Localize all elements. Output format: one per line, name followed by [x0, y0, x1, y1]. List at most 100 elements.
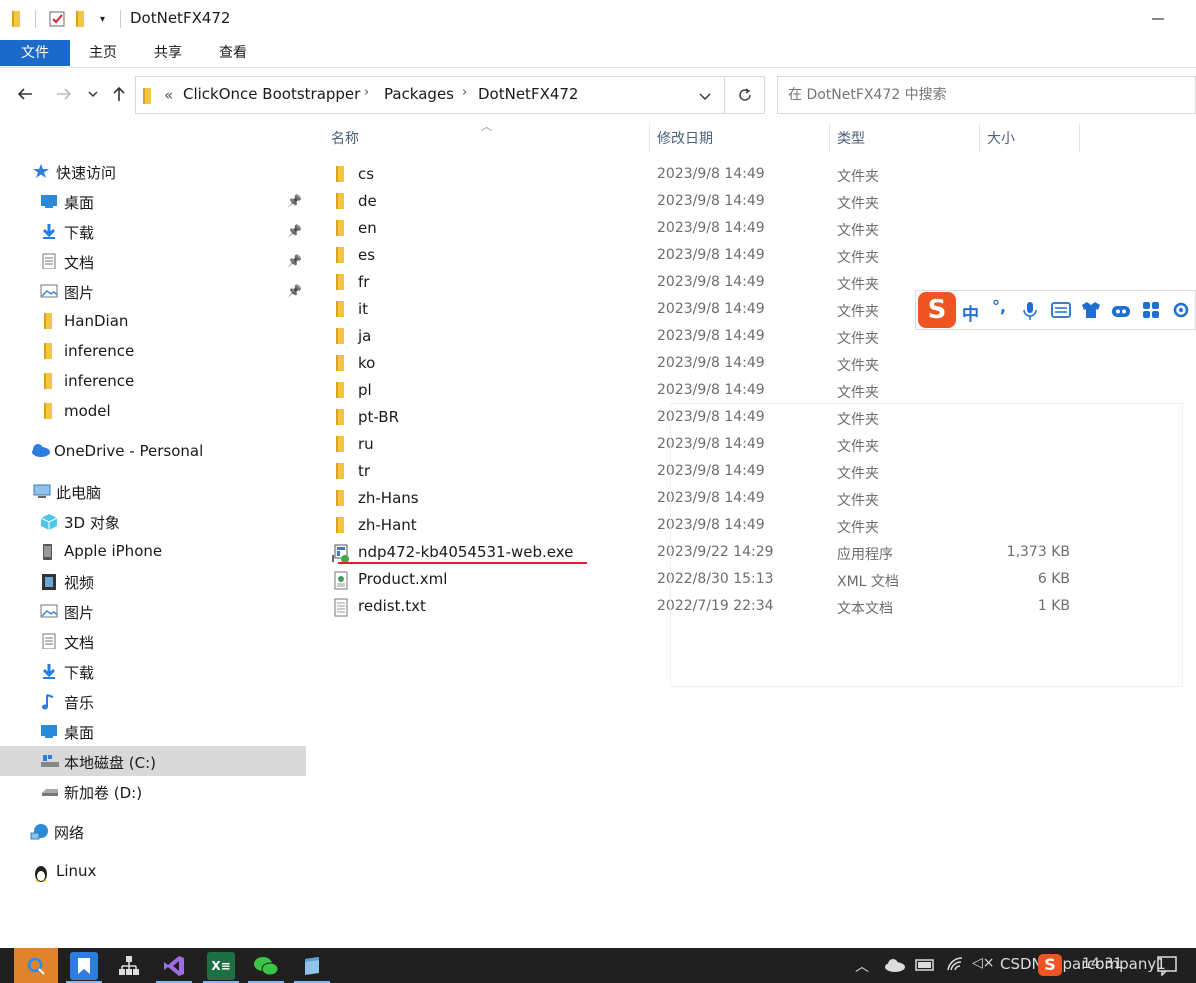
- toolbox-grid-icon[interactable]: [1142, 301, 1160, 319]
- address-dropdown-chevron-icon[interactable]: [698, 89, 712, 107]
- folder-icon: [40, 313, 58, 329]
- sidebar-item[interactable]: 图片 📌: [0, 276, 306, 306]
- sidebar-item[interactable]: 音乐: [0, 686, 306, 716]
- sogou-logo-icon[interactable]: S: [918, 292, 956, 328]
- ime-toolbar[interactable]: S 中 °,: [915, 290, 1196, 330]
- onedrive-cloud-icon[interactable]: [884, 958, 906, 972]
- sidebar-item[interactable]: 图片: [0, 596, 306, 626]
- column-name[interactable]: 名称: [331, 128, 359, 148]
- search-box[interactable]: [777, 76, 1196, 114]
- red-underline-annotation: [338, 562, 587, 564]
- tab-home[interactable]: 主页: [78, 40, 128, 66]
- sidebar-item[interactable]: 文档: [0, 626, 306, 656]
- file-date: 2023/9/8 14:49: [657, 355, 765, 371]
- sidebar-item-label: 桌面: [64, 724, 95, 742]
- customize-toolbar-icon[interactable]: ▾: [100, 9, 105, 29]
- sidebar-item[interactable]: OneDrive - Personal: [0, 436, 306, 466]
- desktop-icon: [40, 723, 58, 739]
- sidebar-item[interactable]: model: [0, 396, 306, 426]
- column-date[interactable]: 修改日期: [657, 128, 713, 148]
- properties-icon[interactable]: [48, 9, 66, 29]
- column-size[interactable]: 大小: [987, 128, 1015, 148]
- back-button[interactable]: [13, 82, 37, 106]
- chevron-right-icon[interactable]: ›: [364, 85, 369, 100]
- wechat-icon[interactable]: [252, 952, 280, 980]
- sidebar-item[interactable]: inference: [0, 336, 306, 366]
- notification-icon[interactable]: [1156, 954, 1178, 976]
- sidebar-item[interactable]: 本地磁盘 (C:): [0, 746, 306, 776]
- address-input[interactable]: « ClickOnce Bootstrapper › Packages › Do…: [135, 76, 725, 114]
- breadcrumb-packages[interactable]: Packages: [384, 85, 454, 103]
- recent-locations-chevron-icon[interactable]: [83, 82, 103, 106]
- tab-view[interactable]: 查看: [207, 40, 259, 66]
- battery-icon[interactable]: [914, 958, 936, 972]
- file-row[interactable]: en 2023/9/8 14:49 文件夹: [326, 215, 1086, 242]
- column-divider[interactable]: [1079, 124, 1080, 152]
- excel-icon[interactable]: X≡: [207, 952, 235, 980]
- column-type[interactable]: 类型: [837, 128, 865, 148]
- sidebar-item[interactable]: 视频: [0, 566, 306, 596]
- punctuation-icon[interactable]: °,: [992, 297, 1006, 316]
- column-divider[interactable]: [979, 124, 980, 152]
- file-row[interactable]: es 2023/9/8 14:49 文件夹: [326, 242, 1086, 269]
- sogou-tray-icon[interactable]: S: [1038, 954, 1062, 976]
- up-button[interactable]: [107, 82, 131, 106]
- breadcrumb-clickonce[interactable]: ClickOnce Bootstrapper: [183, 85, 360, 103]
- sidebar-item[interactable]: 下载: [0, 656, 306, 686]
- sidebar-item[interactable]: 网络: [0, 816, 306, 846]
- sidebar-item[interactable]: 3D 对象: [0, 506, 306, 536]
- sidebar-item-label: 新加卷 (D:): [64, 784, 143, 802]
- pin-icon[interactable]: 📌: [287, 224, 302, 238]
- bookmark-app-icon[interactable]: [70, 952, 98, 980]
- volume-muted-icon[interactable]: ◁×: [972, 955, 995, 971]
- ime-mode-label[interactable]: 中: [962, 300, 979, 325]
- sidebar-item[interactable]: inference: [0, 366, 306, 396]
- refresh-button[interactable]: [725, 76, 765, 114]
- sidebar-item[interactable]: Linux: [0, 856, 306, 886]
- folder-icon: [332, 301, 344, 317]
- clock-time[interactable]: 14:31: [1082, 956, 1122, 972]
- emoji-robot-icon[interactable]: [1111, 302, 1131, 318]
- sidebar-item[interactable]: 下载 📌: [0, 216, 306, 246]
- sidebar-item-label: 图片: [64, 604, 95, 622]
- breadcrumb-overflow[interactable]: «: [164, 86, 173, 104]
- sidebar-item[interactable]: 桌面: [0, 716, 306, 746]
- pin-icon[interactable]: 📌: [287, 194, 302, 208]
- file-row[interactable]: pl 2023/9/8 14:49 文件夹: [326, 377, 1086, 404]
- keyboard-icon[interactable]: [1051, 302, 1071, 318]
- sidebar-item[interactable]: 文档 📌: [0, 246, 306, 276]
- tab-file[interactable]: 文件: [0, 40, 70, 66]
- sidebar-item[interactable]: 新加卷 (D:): [0, 776, 306, 806]
- sidebar-item[interactable]: Apple iPhone: [0, 536, 306, 566]
- show-hidden-icons-chevron-icon[interactable]: ︿: [855, 956, 869, 976]
- settings-icon[interactable]: [1171, 300, 1191, 320]
- wifi-icon[interactable]: [946, 956, 966, 974]
- folder-icon: [332, 490, 344, 506]
- pin-icon[interactable]: 📌: [287, 254, 302, 268]
- sidebar-item[interactable]: 快速访问: [0, 156, 306, 186]
- sidebar-item[interactable]: 此电脑: [0, 476, 306, 506]
- search-input[interactable]: [778, 77, 1195, 113]
- column-divider[interactable]: [829, 124, 830, 152]
- file-row[interactable]: ko 2023/9/8 14:49 文件夹: [326, 350, 1086, 377]
- new-folder-icon[interactable]: [76, 9, 84, 29]
- sidebar-item[interactable]: HanDian: [0, 306, 306, 336]
- network-tree-app-icon[interactable]: [115, 952, 143, 980]
- minimize-button[interactable]: [1140, 6, 1176, 32]
- skin-shirt-icon[interactable]: [1081, 301, 1101, 319]
- visual-studio-icon[interactable]: [160, 952, 188, 980]
- file-row[interactable]: de 2023/9/8 14:49 文件夹: [326, 188, 1086, 215]
- file-name: ndp472-kb4054531-web.exe: [358, 543, 574, 561]
- file-row[interactable]: cs 2023/9/8 14:49 文件夹: [326, 161, 1086, 188]
- breadcrumb-dotnetfx472[interactable]: DotNetFX472: [478, 85, 578, 103]
- microphone-icon[interactable]: [1022, 301, 1038, 321]
- sidebar-item[interactable]: 桌面 📌: [0, 186, 306, 216]
- pin-icon[interactable]: 📌: [287, 284, 302, 298]
- sidebar-item-label: 下载: [64, 664, 95, 682]
- search-icon[interactable]: [14, 948, 58, 983]
- file-explorer-icon[interactable]: [298, 952, 326, 980]
- chevron-right-icon[interactable]: ›: [462, 85, 467, 100]
- column-divider[interactable]: [649, 124, 650, 152]
- tab-share[interactable]: 共享: [142, 40, 194, 66]
- forward-button[interactable]: [52, 82, 76, 106]
